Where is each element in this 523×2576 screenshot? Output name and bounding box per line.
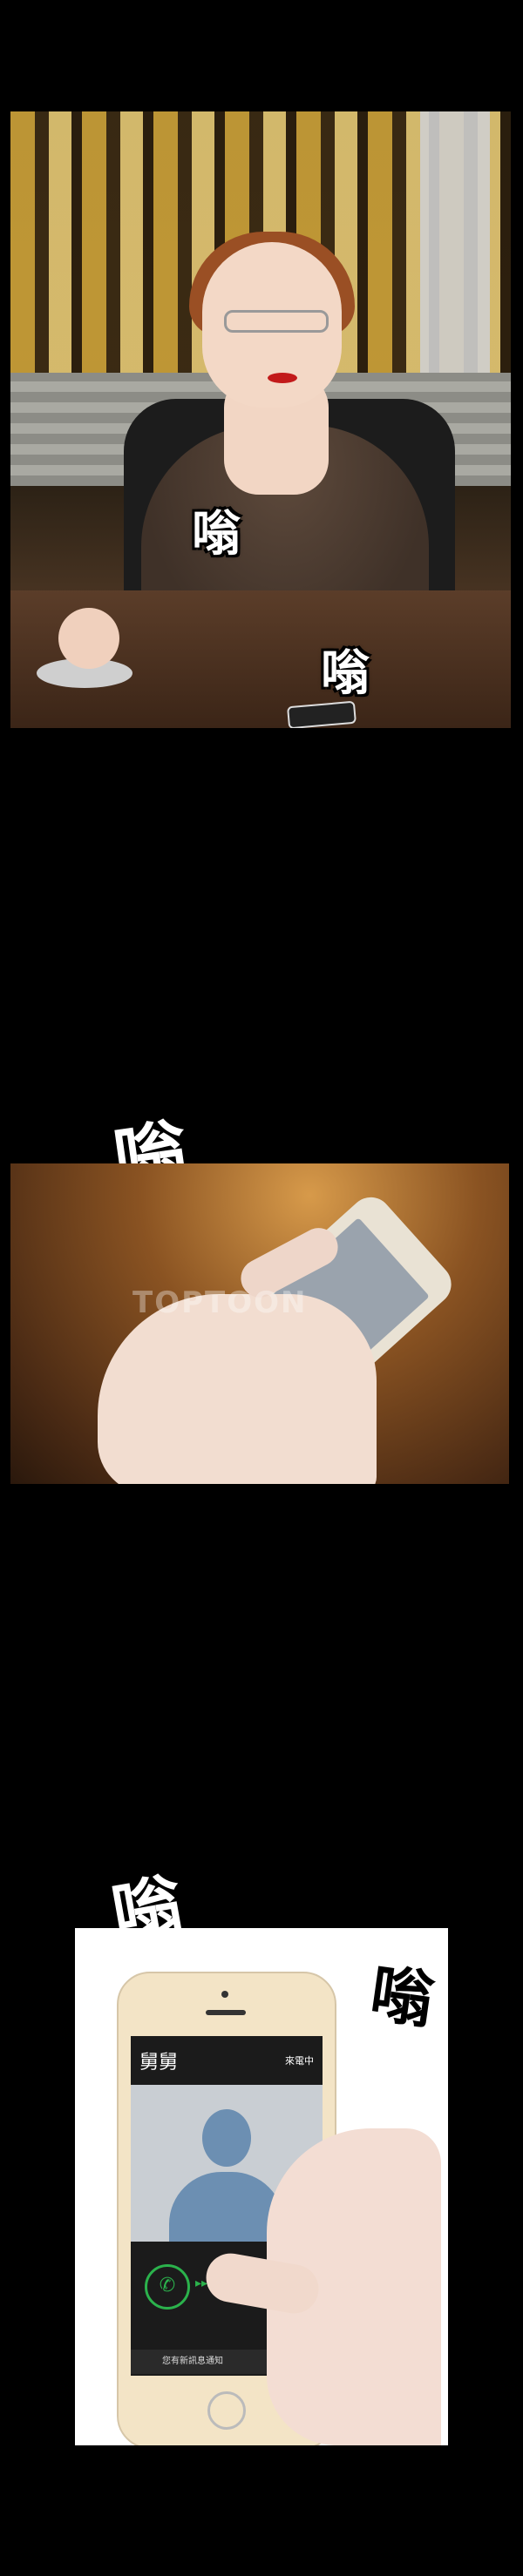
office-panel: 嗡 嗡 bbox=[10, 111, 511, 728]
sfx-buzz-5: 嗡 bbox=[365, 1955, 438, 2038]
caller-name: 舅舅 bbox=[139, 2052, 179, 2074]
silhouette-head bbox=[202, 2109, 251, 2167]
lips bbox=[268, 373, 297, 383]
phone-touch-panel: TOPTOON bbox=[10, 1163, 509, 1484]
sfx-buzz-2: 嗡 bbox=[321, 644, 370, 702]
phone-answer-icon: ✆ bbox=[159, 2275, 176, 2296]
call-status: 來電中 bbox=[285, 2055, 314, 2067]
speaker-grille bbox=[206, 2010, 246, 2015]
incoming-call-panel: 舅舅 來電中 ✆ ▸▸▸ ◂◂◂ ✆ 您有新訊息通知 嗡 bbox=[75, 1928, 448, 2445]
watermark: TOPTOON bbox=[132, 1285, 308, 1320]
phone-on-desk bbox=[287, 700, 357, 728]
glasses bbox=[224, 310, 329, 333]
home-button[interactable] bbox=[207, 2391, 246, 2430]
window-frame bbox=[420, 111, 490, 373]
sfx-buzz-1: 嗡 bbox=[192, 505, 241, 563]
hand-with-cigarette bbox=[58, 608, 119, 669]
answer-button[interactable]: ✆ bbox=[145, 2264, 190, 2310]
camera-icon bbox=[221, 1991, 228, 1998]
hand bbox=[98, 1294, 377, 1484]
